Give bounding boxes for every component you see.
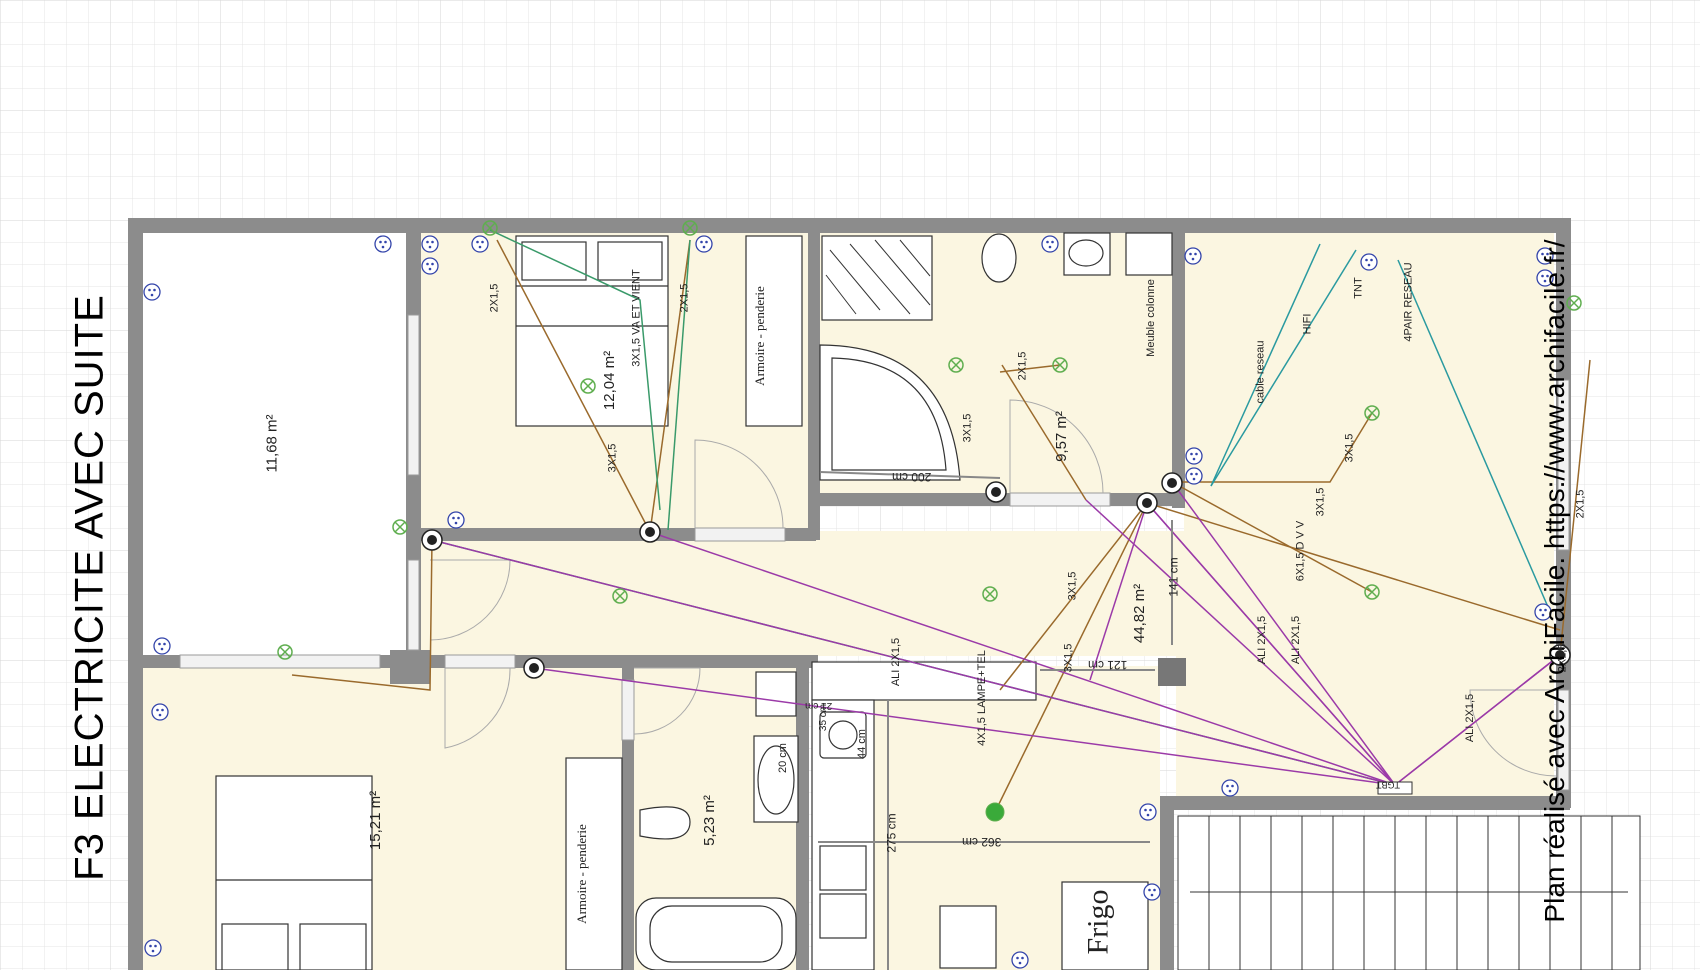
cable-label: 2X1,5 <box>1574 489 1587 519</box>
column-cabinet-label: Meuble colonne <box>1144 279 1157 357</box>
room-area-bedroom-bottom: 15,21 m² <box>367 790 385 851</box>
dimension-label: 21 cm <box>805 700 833 711</box>
cable-label: HIFI <box>1301 313 1314 335</box>
room-area-bathroom-top: 9,57 m² <box>1052 411 1070 462</box>
credit-text: Plan réalisé avec ArchiFacile. https://w… <box>1539 239 1570 923</box>
room-area-bathroom-bottom: 5,23 m² <box>700 795 718 846</box>
dimension-label: 200 cm <box>892 470 932 484</box>
dimension-label: 121 cm <box>1088 658 1128 672</box>
cable-label: 2X1,5 <box>1556 643 1569 673</box>
cable-label: ALI 2X1,5 <box>1256 615 1269 665</box>
cable-label: 4X1,5 LAMPE+TEL <box>975 650 988 746</box>
cable-label: 3X1,5 <box>1062 643 1075 673</box>
cable-label: 3X1,5 <box>606 443 619 473</box>
cable-label: ALI 2X1,5 <box>890 637 903 687</box>
fridge-label: Frigo <box>1081 889 1115 955</box>
dimension-label: 362 cm <box>962 835 1002 849</box>
cable-label: ALI 2X1,5 <box>1464 693 1477 743</box>
cable-label: ALI 2X1,5 <box>1290 615 1303 665</box>
cable-label: cable reseau <box>1254 340 1267 404</box>
dimension-label: 20 cm <box>776 743 789 773</box>
room-area-bedroom-top: 12,04 m² <box>601 350 619 411</box>
wardrobe-bottom-label: Armoire - penderie <box>573 824 589 924</box>
cable-label: 3X1,5 <box>961 413 974 443</box>
cable-label: TNT <box>1352 277 1365 299</box>
dimension-label: 44 cm <box>855 729 868 759</box>
cable-label: 3X1,5 VA ET VIENT <box>630 269 643 367</box>
cable-label: 2X1,5 <box>488 283 501 313</box>
cable-label: 2X1,5 <box>678 283 691 313</box>
tgbt-label: TGBT <box>1376 780 1400 790</box>
plan-title: F3 ELECTRICITE AVEC SUITE <box>67 294 112 881</box>
cable-label: 6X1,5 D V V <box>1294 520 1307 582</box>
wardrobe-top-label: Armoire - penderie <box>751 286 767 386</box>
cable-label: 3X1,5 <box>1066 571 1079 601</box>
room-area-main-space: 44,82 m² <box>1131 583 1149 644</box>
cable-label: 2X1,5 <box>1016 351 1029 381</box>
cable-label: 4PAIR RESEAU <box>1402 262 1415 342</box>
cable-label: 3X1,5 <box>1343 433 1356 463</box>
dimension-label: 275 cm <box>884 813 899 853</box>
cable-label: 3X1,5 <box>1314 487 1327 517</box>
floor-plan <box>0 0 1700 970</box>
dimension-label: 141 cm <box>1166 557 1181 597</box>
room-area-living-left: 11,68 m² <box>263 414 281 473</box>
column-block <box>1158 658 1186 686</box>
